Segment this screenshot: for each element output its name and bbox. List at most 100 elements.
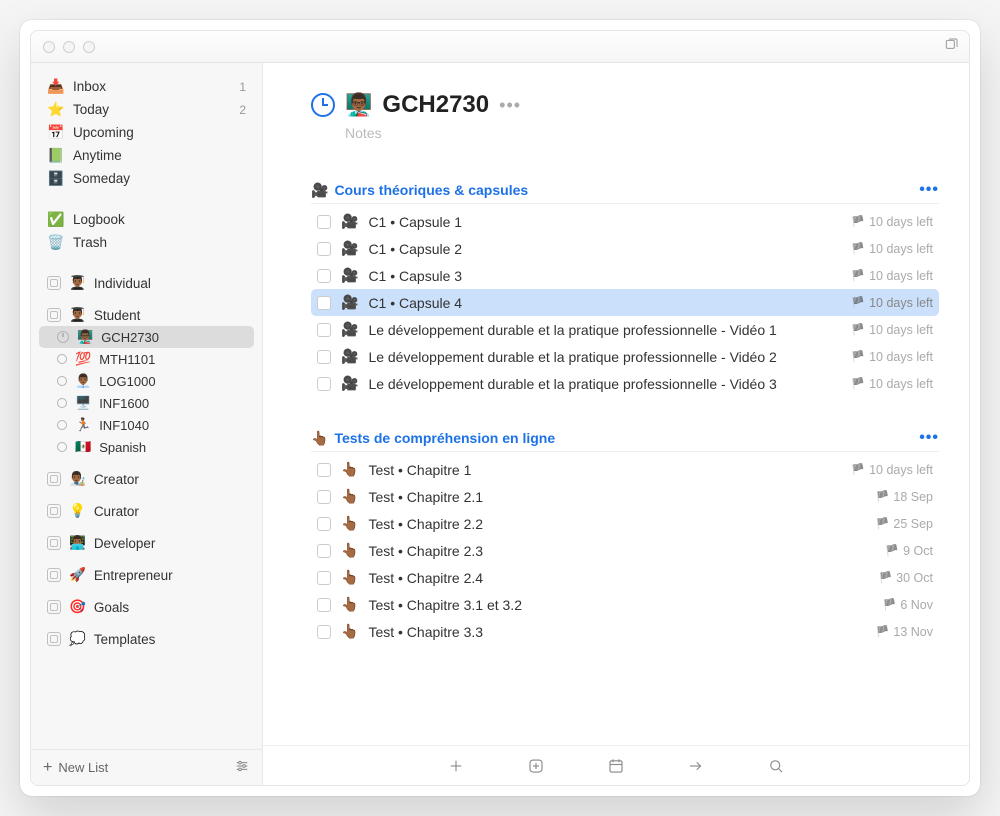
- task-emoji: 🎥: [341, 321, 358, 338]
- task-checkbox[interactable]: [317, 350, 331, 364]
- area-icon: [47, 308, 61, 322]
- window-close-button[interactable]: [43, 41, 55, 53]
- area-emoji: 🚀: [69, 567, 86, 583]
- task-checkbox[interactable]: [317, 323, 331, 337]
- bottom-toolbar: [263, 745, 969, 785]
- search-button[interactable]: [766, 756, 786, 776]
- sidebar-item-trash[interactable]: 🗑️ Trash: [39, 231, 254, 254]
- task-row[interactable]: 👆🏾 Test • Chapitre 2.3 🏴9 Oct: [311, 537, 939, 564]
- sidebar-project-log1000[interactable]: 👨🏾‍💼 LOG1000: [39, 370, 254, 392]
- sidebar-item-logbook[interactable]: ✅ Logbook: [39, 208, 254, 231]
- task-checkbox[interactable]: [317, 463, 331, 477]
- task-title: Test • Chapitre 2.1: [368, 489, 865, 505]
- project-emoji: 💯: [75, 351, 91, 367]
- sidebar-project-spanish[interactable]: 🇲🇽 Spanish: [39, 436, 254, 458]
- move-button[interactable]: [686, 756, 706, 776]
- task-checkbox[interactable]: [317, 571, 331, 585]
- task-row[interactable]: 👆🏾 Test • Chapitre 2.4 🏴30 Oct: [311, 564, 939, 591]
- task-checkbox[interactable]: [317, 598, 331, 612]
- task-checkbox[interactable]: [317, 269, 331, 283]
- task-emoji: 👆🏾: [341, 569, 358, 586]
- task-row[interactable]: 👆🏾 Test • Chapitre 2.2 🏴25 Sep: [311, 510, 939, 537]
- area-icon: [47, 504, 61, 518]
- inbox-icon: 📥: [47, 78, 65, 95]
- project-emoji: 🇲🇽: [75, 439, 91, 455]
- sidebar-item-today[interactable]: ⭐ Today 2: [39, 98, 254, 121]
- sidebar-item-label: INF1040: [99, 418, 246, 433]
- window-minimize-button[interactable]: [63, 41, 75, 53]
- flag-icon: 🏴: [876, 625, 890, 638]
- task-checkbox[interactable]: [317, 215, 331, 229]
- notes-field[interactable]: Notes: [345, 125, 939, 141]
- task-checkbox[interactable]: [317, 544, 331, 558]
- project-bullet-icon: [57, 376, 67, 386]
- task-deadline: 🏴10 days left: [851, 323, 933, 337]
- sidebar-item-label: Anytime: [73, 148, 246, 163]
- sidebar-area-goals[interactable]: 🎯 Goals: [39, 596, 254, 618]
- section-heading[interactable]: 🎥Cours théoriques & capsules •••: [311, 177, 939, 204]
- sidebar-item-label: Templates: [94, 632, 246, 647]
- task-title: Test • Chapitre 2.2: [368, 516, 865, 532]
- task-emoji: 🎥: [341, 348, 358, 365]
- sidebar-area-individual[interactable]: 👨🏾‍🎓 Individual: [39, 272, 254, 294]
- section-heading[interactable]: 👆🏾Tests de compréhension en ligne •••: [311, 425, 939, 452]
- sidebar-project-gch2730[interactable]: 👨🏾‍🏫 GCH2730: [39, 326, 254, 348]
- new-todo-button[interactable]: [446, 756, 466, 776]
- sidebar-area-student[interactable]: 👨🏾‍🎓 Student: [39, 304, 254, 326]
- task-row[interactable]: 👆🏾 Test • Chapitre 2.1 🏴18 Sep: [311, 483, 939, 510]
- task-checkbox[interactable]: [317, 517, 331, 531]
- sidebar-area-creator[interactable]: 👨🏾‍🎨 Creator: [39, 468, 254, 490]
- project-menu-icon[interactable]: •••: [499, 95, 521, 116]
- task-emoji: 🎥: [341, 375, 358, 392]
- sidebar-item-inbox[interactable]: 📥 Inbox 1: [39, 75, 254, 98]
- task-row[interactable]: 🎥 Le développement durable et la pratiqu…: [311, 370, 939, 397]
- upcoming-icon: 📅: [47, 124, 65, 141]
- sidebar-area-templates[interactable]: 💭 Templates: [39, 628, 254, 650]
- project-title[interactable]: GCH2730: [382, 91, 489, 119]
- window-zoom-button[interactable]: [83, 41, 95, 53]
- someday-icon: 🗄️: [47, 170, 65, 187]
- sidebar-area-curator[interactable]: 💡 Curator: [39, 500, 254, 522]
- new-heading-button[interactable]: [526, 756, 546, 776]
- sidebar-area-entrepreneur[interactable]: 🚀 Entrepreneur: [39, 564, 254, 586]
- sidebar-project-inf1600[interactable]: 🖥️ INF1600: [39, 392, 254, 414]
- flag-icon: 🏴: [851, 377, 865, 390]
- task-title: C1 • Capsule 3: [368, 268, 841, 284]
- heading-emoji: 🎥: [311, 182, 328, 199]
- sidebar-item-someday[interactable]: 🗄️ Someday: [39, 167, 254, 190]
- task-checkbox[interactable]: [317, 625, 331, 639]
- sidebar-project-mth1101[interactable]: 💯 MTH1101: [39, 348, 254, 370]
- sidebar-item-anytime[interactable]: 📗 Anytime: [39, 144, 254, 167]
- task-row[interactable]: 👆🏾 Test • Chapitre 3.3 🏴13 Nov: [311, 618, 939, 645]
- task-row[interactable]: 🎥 Le développement durable et la pratiqu…: [311, 316, 939, 343]
- task-checkbox[interactable]: [317, 490, 331, 504]
- logbook-icon: ✅: [47, 211, 65, 228]
- heading-menu-icon[interactable]: •••: [919, 429, 939, 447]
- task-row[interactable]: 🎥 Le développement durable et la pratiqu…: [311, 343, 939, 370]
- task-row[interactable]: 🎥 C1 • Capsule 3 🏴10 days left: [311, 262, 939, 289]
- when-button[interactable]: [606, 756, 626, 776]
- task-deadline: 🏴6 Nov: [883, 598, 933, 612]
- task-checkbox[interactable]: [317, 296, 331, 310]
- sidebar-item-label: Someday: [73, 171, 246, 186]
- task-checkbox[interactable]: [317, 377, 331, 391]
- sidebar-item-label: Upcoming: [73, 125, 246, 140]
- task-row[interactable]: 🎥 C1 • Capsule 1 🏴10 days left: [311, 208, 939, 235]
- task-row[interactable]: 🎥 C1 • Capsule 2 🏴10 days left: [311, 235, 939, 262]
- heading-menu-icon[interactable]: •••: [919, 181, 939, 199]
- task-row[interactable]: 👆🏾 Test • Chapitre 3.1 et 3.2 🏴6 Nov: [311, 591, 939, 618]
- sidebar-item-upcoming[interactable]: 📅 Upcoming: [39, 121, 254, 144]
- task-deadline: 🏴30 Oct: [878, 571, 933, 585]
- today-icon: ⭐: [47, 101, 65, 118]
- task-checkbox[interactable]: [317, 242, 331, 256]
- new-list-button[interactable]: +New List: [43, 759, 108, 777]
- sidebar-project-inf1040[interactable]: 🏃🏾 INF1040: [39, 414, 254, 436]
- task-row[interactable]: 👆🏾 Test • Chapitre 1 🏴10 days left: [311, 456, 939, 483]
- new-window-icon[interactable]: [943, 37, 959, 56]
- sidebar-area-developer[interactable]: 👨🏾‍💻 Developer: [39, 532, 254, 554]
- sidebar-item-label: Curator: [94, 504, 246, 519]
- sidebar-item-label: Today: [73, 102, 231, 117]
- flag-icon: 🏴: [851, 269, 865, 282]
- task-row[interactable]: 🎥 C1 • Capsule 4 🏴10 days left: [311, 289, 939, 316]
- settings-icon[interactable]: [234, 758, 250, 777]
